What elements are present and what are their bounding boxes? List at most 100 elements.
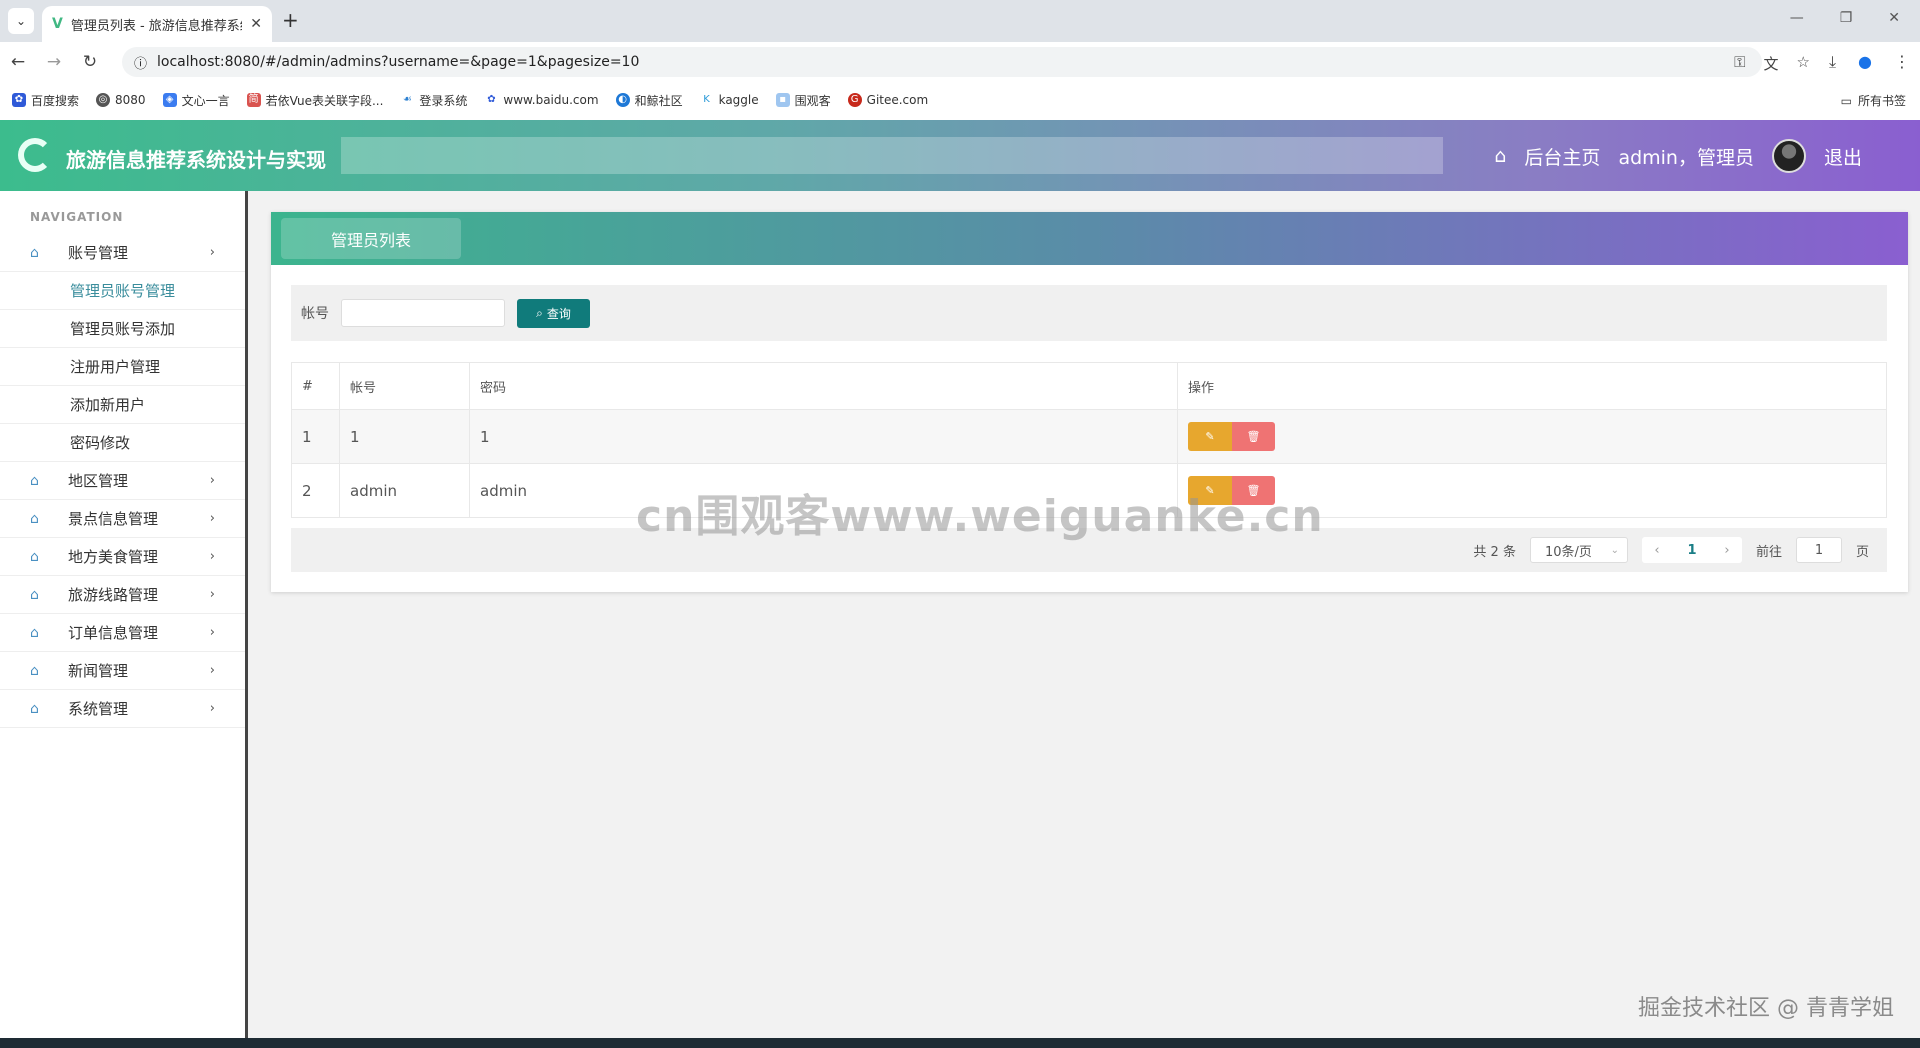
heywhale-icon: ◐ xyxy=(615,93,630,107)
sidebar: NAVIGATION ⌂ 账号管理 › 管理员账号管理 管理员账号添加 注册用户… xyxy=(0,191,248,1038)
trash-icon: 🗑 xyxy=(1246,430,1261,443)
app-header: 旅游信息推荐系统设计与实现 ⌂ 后台主页 admin，管理员 退出 xyxy=(0,120,1920,191)
menu-scenic[interactable]: ⌂ 景点信息管理 › xyxy=(0,500,245,538)
corner-watermark: 掘金技术社区 @ 青青学姐 xyxy=(1638,996,1894,1021)
account-search-input[interactable] xyxy=(341,299,505,327)
all-bookmarks[interactable]: ▭ 所有书签 xyxy=(1841,92,1906,109)
total-count: 共 2 条 xyxy=(1473,544,1516,560)
submenu-admin-add[interactable]: 管理员账号添加 xyxy=(0,310,245,348)
home-icon: ⌂ xyxy=(30,586,39,603)
bookmark-item[interactable]: G Gitee.com xyxy=(847,93,928,107)
download-icon[interactable]: ⤓ xyxy=(1829,52,1836,72)
search-button[interactable]: ⌕ 查询 xyxy=(517,298,590,328)
submenu-user-add[interactable]: 添加新用户 xyxy=(0,386,245,424)
restore-icon[interactable]: ❐ xyxy=(1840,10,1853,26)
gitee-icon: G xyxy=(847,93,862,107)
doc-icon: 简 xyxy=(246,93,261,107)
current-page[interactable]: 1 xyxy=(1672,537,1712,563)
tab-search-button[interactable]: ⌄ xyxy=(8,8,34,34)
submenu-password[interactable]: 密码修改 xyxy=(0,424,245,462)
chevron-right-icon: › xyxy=(209,549,215,564)
cell-index: 1 xyxy=(291,409,340,464)
reload-icon[interactable]: ↻ xyxy=(72,52,108,72)
menu-kebab-icon[interactable]: ⋮ xyxy=(1894,52,1910,72)
bookmark-item[interactable]: ◈ 文心一言 xyxy=(162,92,230,109)
menu-label: 旅游线路管理 xyxy=(68,586,159,604)
page-size-select[interactable]: 10条/页 ⌄ xyxy=(1529,537,1628,563)
chevron-right-icon: › xyxy=(209,511,215,526)
prev-page-icon[interactable]: ‹ xyxy=(1642,537,1672,563)
bookmark-star-icon[interactable]: ☆ xyxy=(1797,53,1810,74)
minimize-icon[interactable]: — xyxy=(1790,10,1804,26)
menu-label: 地方美食管理 xyxy=(68,548,159,566)
close-icon[interactable]: ✕ xyxy=(250,16,262,32)
home-icon: ⌂ xyxy=(30,700,39,717)
home-icon: ⌂ xyxy=(30,624,39,641)
menu-order[interactable]: ⌂ 订单信息管理 › xyxy=(0,614,245,652)
goto-page-input[interactable]: 1 xyxy=(1795,537,1842,563)
profile-icon[interactable]: ● xyxy=(1858,52,1872,72)
menu-account[interactable]: ⌂ 账号管理 › xyxy=(0,234,245,272)
bookmarks-bar: ✿ 百度搜索 ◎ 8080 ◈ 文心一言 简若依Vue表关联字段... ☙ 登录系统 ✿… xyxy=(0,86,1920,114)
browser-tab[interactable]: V 管理员列表 - 旅游信息推荐系统 ✕ xyxy=(42,6,272,42)
cell-password: 1 xyxy=(469,409,1178,464)
next-page-icon[interactable]: › xyxy=(1712,537,1742,563)
panel-header: 管理员列表 xyxy=(271,212,1908,265)
bookmark-item[interactable]: Kkaggle xyxy=(699,93,759,107)
tab-title: 管理员列表 - 旅游信息推荐系统 xyxy=(70,18,243,34)
password-key-icon[interactable]: ⚿ xyxy=(1734,53,1745,74)
submenu-user-manage[interactable]: 注册用户管理 xyxy=(0,348,245,386)
cell-account: 1 xyxy=(339,409,470,464)
menu-label: 景点信息管理 xyxy=(68,510,159,528)
panel-title: 管理员列表 xyxy=(281,218,461,259)
logout-link[interactable]: 退出 xyxy=(1824,143,1862,170)
bookmark-item[interactable]: 简若依Vue表关联字段... xyxy=(246,92,383,109)
chevron-right-icon: › xyxy=(209,701,215,716)
cell-index: 2 xyxy=(291,463,340,518)
table-header-row: # 帐号 密码 操作 xyxy=(291,362,1887,410)
url-text: localhost:8080/#/admin/admins?username=&… xyxy=(157,54,640,70)
bookmark-item[interactable]: ◎ 8080 xyxy=(96,93,146,107)
menu-region[interactable]: ⌂ 地区管理 › xyxy=(0,462,245,500)
menu-label: 新闻管理 xyxy=(68,662,129,680)
bookmark-item[interactable]: ✿ 百度搜索 xyxy=(12,92,79,109)
translate-icon[interactable]: 文 xyxy=(1764,53,1779,74)
user-label: admin，管理员 xyxy=(1618,146,1754,169)
bookmark-item[interactable]: ✿ www.baidu.com xyxy=(484,93,599,107)
chevron-right-icon: › xyxy=(209,473,215,488)
menu-label: 账号管理 xyxy=(68,244,129,262)
edit-button[interactable]: ✎ xyxy=(1188,422,1232,451)
home-icon: ⌂ xyxy=(30,662,39,679)
forward-icon[interactable]: → xyxy=(36,52,72,72)
menu-news[interactable]: ⌂ 新闻管理 › xyxy=(0,652,245,690)
menu-food[interactable]: ⌂ 地方美食管理 › xyxy=(0,538,245,576)
page-suffix: 页 xyxy=(1855,544,1869,560)
home-link[interactable]: 后台主页 xyxy=(1524,143,1600,170)
bookmark-item[interactable]: ▪ 围观客 xyxy=(775,92,831,109)
home-icon[interactable]: ⌂ xyxy=(1494,145,1506,167)
menu-route[interactable]: ⌂ 旅游线路管理 › xyxy=(0,576,245,614)
pager-nav: ‹ 1 › xyxy=(1641,537,1742,563)
avatar[interactable] xyxy=(1771,139,1806,173)
menu-system[interactable]: ⌂ 系统管理 › xyxy=(0,690,245,728)
baidu-icon: ✿ xyxy=(484,93,499,107)
delete-button[interactable]: 🗑 xyxy=(1232,422,1275,451)
back-icon[interactable]: ← xyxy=(0,52,36,72)
new-tab-button[interactable]: + xyxy=(282,8,299,32)
chevron-right-icon: › xyxy=(209,625,215,640)
wenxin-icon: ◈ xyxy=(162,93,177,107)
app-title: 旅游信息推荐系统设计与实现 xyxy=(66,148,326,172)
address-bar-row: ← → ↻ ⓘ localhost:8080/#/admin/admins?us… xyxy=(0,42,1920,82)
table-row: 1 1 1 ✎ 🗑 xyxy=(291,409,1887,464)
window-close-icon[interactable]: ✕ xyxy=(1888,10,1900,26)
bookmark-item[interactable]: ☙ 登录系统 xyxy=(400,92,467,109)
column-header: 帐号 xyxy=(339,362,470,410)
site-info-icon[interactable]: ⓘ xyxy=(134,53,147,72)
cell-actions: ✎ 🗑 xyxy=(1177,409,1887,464)
bookmark-item[interactable]: ◐ 和鲸社区 xyxy=(615,92,683,109)
login-icon: ☙ xyxy=(400,93,415,107)
url-field[interactable]: ⓘ localhost:8080/#/admin/admins?username… xyxy=(122,47,1762,77)
submenu-admin-manage[interactable]: 管理员账号管理 xyxy=(0,272,245,310)
browser-chrome: ⌄ V 管理员列表 - 旅游信息推荐系统 ✕ + — ❐ ✕ ← → ↻ ⓘ l… xyxy=(0,0,1920,120)
taskbar xyxy=(0,1038,1920,1048)
